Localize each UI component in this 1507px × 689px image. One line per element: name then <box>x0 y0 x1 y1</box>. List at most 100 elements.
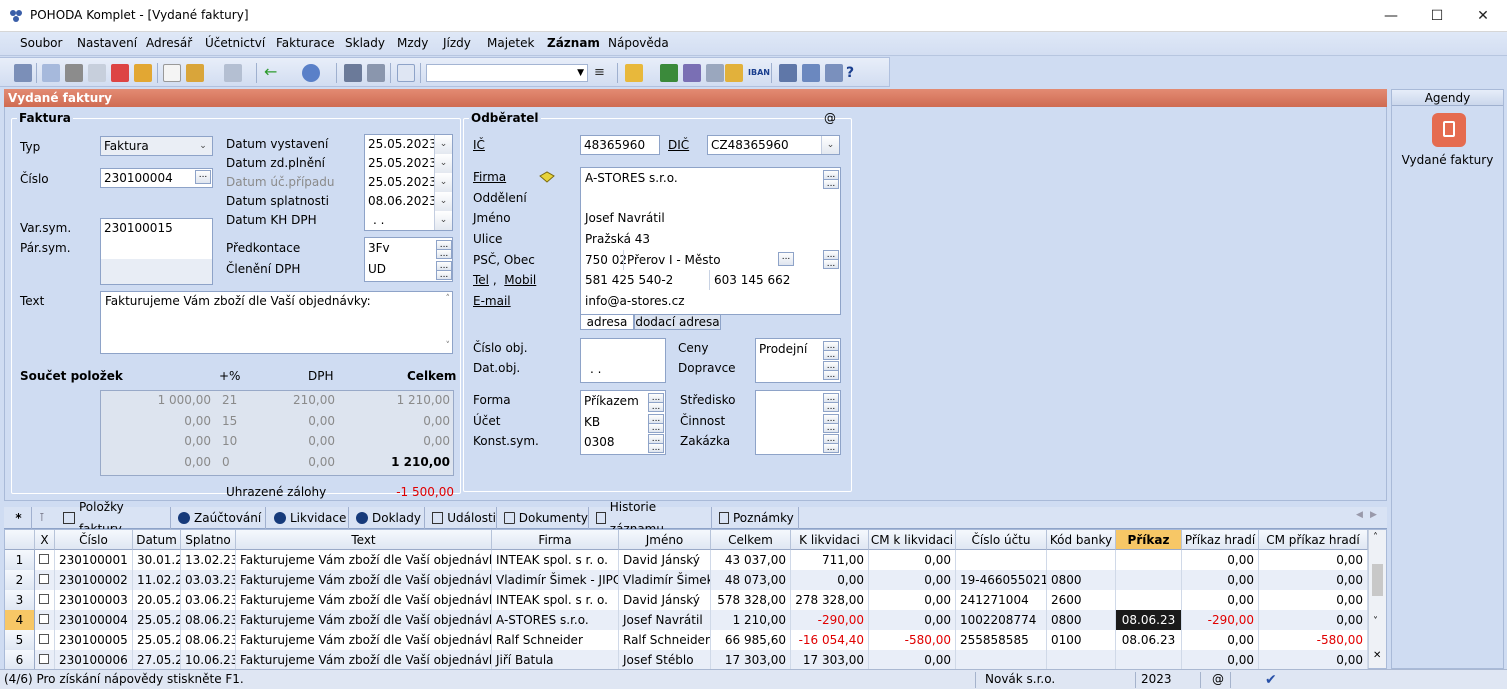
chevron-up-icon[interactable]: ˄ <box>446 294 451 304</box>
column-header[interactable]: K likvidaci <box>791 530 869 550</box>
table-row[interactable]: 2 23010000211.02.2303.03.23Fakturujeme Vá… <box>5 570 1368 590</box>
back-arrow-icon[interactable]: ← <box>264 64 282 82</box>
table-row[interactable]: 3 23010000320.05.2303.06.23Fakturujeme Vá… <box>5 590 1368 610</box>
menu-soubor[interactable]: Soubor <box>20 36 62 50</box>
firma-scroll-button[interactable]: ... <box>823 179 839 189</box>
column-header[interactable]: Firma <box>492 530 619 550</box>
firma-input[interactable]: A-STORES s.r.o. <box>585 171 678 185</box>
tab-star[interactable]: * <box>4 507 32 529</box>
row-checkbox[interactable] <box>39 594 49 604</box>
symbols-box[interactable]: 230100015 <box>100 218 213 285</box>
obec-ellipsis-button[interactable]: ... <box>778 252 794 266</box>
menu-nastaveni[interactable]: Nastavení <box>77 36 137 50</box>
forma-scroll-button[interactable]: ... <box>648 402 664 412</box>
predkontace-scroll-button[interactable]: ... <box>436 249 452 259</box>
obec-input[interactable]: Přerov I - Město <box>627 253 721 267</box>
menu-napoveda[interactable]: Nápověda <box>608 36 669 50</box>
mobil-label[interactable]: Mobil <box>504 273 536 287</box>
ucet-input[interactable]: KB <box>584 415 600 429</box>
ic-label[interactable]: IČ <box>473 138 485 152</box>
filter-combo[interactable]: ▼ <box>426 64 588 82</box>
cash-register-icon[interactable] <box>683 64 701 82</box>
broom-icon[interactable] <box>186 64 204 82</box>
cinnost-scroll-button[interactable]: ... <box>823 423 839 433</box>
scroll-tabs-right-icon[interactable]: ▶ <box>1370 510 1377 520</box>
menu-mzdy[interactable]: Mzdy <box>397 36 428 50</box>
firma-label[interactable]: Firma <box>473 170 506 184</box>
row-checkbox[interactable] <box>39 634 49 644</box>
konst-scroll-button[interactable]: ... <box>648 443 664 453</box>
column-header[interactable]: Text <box>236 530 492 550</box>
preview-icon[interactable] <box>88 64 106 82</box>
table-row[interactable]: 423010000425.05.2308.06.23Fakturujeme Vá… <box>5 610 1368 630</box>
row-checkbox[interactable] <box>39 574 49 584</box>
tab-doklady[interactable]: Doklady <box>354 507 425 529</box>
new-record-icon[interactable] <box>163 64 181 82</box>
dat-obj-input[interactable]: . . <box>590 362 601 376</box>
menu-zaznam[interactable]: Záznam <box>547 36 600 50</box>
column-header[interactable]: CM k likvidaci <box>869 530 956 550</box>
column-header[interactable]: Číslo účtu <box>956 530 1047 550</box>
objednavka-box[interactable]: . . <box>580 338 666 383</box>
jmeno-input[interactable]: Josef Navrátil <box>585 211 665 225</box>
mobil-input[interactable]: 603 145 662 <box>714 273 790 287</box>
datum-uc-input[interactable]: 25.05.2023 <box>368 175 437 189</box>
grid-icon[interactable] <box>224 64 242 82</box>
email-label[interactable]: E-mail <box>473 294 511 308</box>
agenda-item-label[interactable]: Vydané faktury <box>1392 153 1503 167</box>
close-button[interactable]: ✕ <box>1460 0 1506 32</box>
column-header[interactable]: CM příkaz hradí <box>1259 530 1368 550</box>
scrollbar-thumb[interactable] <box>1372 564 1383 596</box>
help-icon[interactable]: ? <box>846 64 864 82</box>
chevron-down-icon[interactable]: ⌄ <box>434 173 452 192</box>
tab-poznamky[interactable]: Poznámky <box>717 507 799 529</box>
ulice-input[interactable]: Pražská 43 <box>585 232 650 246</box>
minimize-button[interactable]: — <box>1368 0 1414 32</box>
table-row[interactable]: 6 23010000627.05.2310.06.23Fakturujeme Vá… <box>5 650 1368 670</box>
email-at-button[interactable]: @ <box>824 111 836 125</box>
column-header[interactable]: Číslo <box>55 530 133 550</box>
menu-ucetnictvi[interactable]: Účetnictví <box>205 36 265 50</box>
invoice-agenda-icon[interactable] <box>1432 113 1466 147</box>
table-row[interactable]: 1 23010000130.01.2313.02.23Fakturujeme Vá… <box>5 550 1368 570</box>
ceny-scroll-button[interactable]: ... <box>823 350 839 360</box>
chevron-down-icon[interactable]: ˅ <box>1373 616 1378 627</box>
scroll-tabs-left-icon[interactable]: ◀ <box>1356 510 1363 520</box>
save-icon[interactable] <box>344 64 362 82</box>
column-header-prikaz[interactable]: Příkaz <box>1116 530 1182 550</box>
column-header[interactable]: Jméno <box>619 530 711 550</box>
table-icon[interactable] <box>706 64 724 82</box>
psc-input[interactable]: 750 02 <box>585 253 627 267</box>
calculator-icon[interactable] <box>660 64 678 82</box>
copy-icon[interactable] <box>42 64 60 82</box>
dopravce-scroll-button[interactable]: ... <box>823 370 839 380</box>
menu-adresar[interactable]: Adresář <box>146 36 192 50</box>
tab-zauctovani[interactable]: Zaúčtování <box>176 507 266 529</box>
text-area[interactable]: Fakturujeme Vám zboží dle Vaší objednávk… <box>100 291 453 354</box>
panel-icon[interactable] <box>14 64 32 82</box>
cislo-ellipsis-button[interactable]: ... <box>195 170 211 184</box>
maximize-button[interactable]: ☐ <box>1414 0 1460 32</box>
tel-input[interactable]: 581 425 540-2 <box>585 273 673 287</box>
address-scroll-button[interactable]: ... <box>823 259 839 269</box>
print-icon[interactable] <box>65 64 83 82</box>
cleneni-scroll-button[interactable]: ... <box>436 270 452 280</box>
row-checkbox[interactable] <box>39 614 49 624</box>
chevron-down-icon[interactable]: ⌄ <box>434 135 452 154</box>
chevron-down-icon[interactable]: ⌄ <box>434 192 452 211</box>
column-header[interactable]: Splatno <box>181 530 236 550</box>
ucet-scroll-button[interactable]: ... <box>648 423 664 433</box>
pdf-icon[interactable] <box>111 64 129 82</box>
settings-gear-icon[interactable] <box>302 64 320 82</box>
ceny-input[interactable]: Prodejní <box>759 342 807 356</box>
vertical-scrollbar[interactable]: ˄ ˅ ✕ <box>1368 530 1386 668</box>
forma-input[interactable]: Příkazem <box>584 394 639 408</box>
tab-udalosti[interactable]: Události <box>430 507 497 529</box>
chevron-down-icon[interactable]: ⌄ <box>821 136 839 154</box>
table-row[interactable]: 523010000525.05.2308.06.23Fakturujeme Vá… <box>5 630 1368 650</box>
datum-zdpl-input[interactable]: 25.05.2023 <box>368 156 437 170</box>
chevron-down-icon[interactable]: ⌄ <box>434 154 452 173</box>
chevron-down-icon[interactable]: ⌄ <box>434 211 452 230</box>
tab-polozky[interactable]: Položky faktury <box>61 500 171 536</box>
column-header[interactable]: X <box>35 530 55 550</box>
